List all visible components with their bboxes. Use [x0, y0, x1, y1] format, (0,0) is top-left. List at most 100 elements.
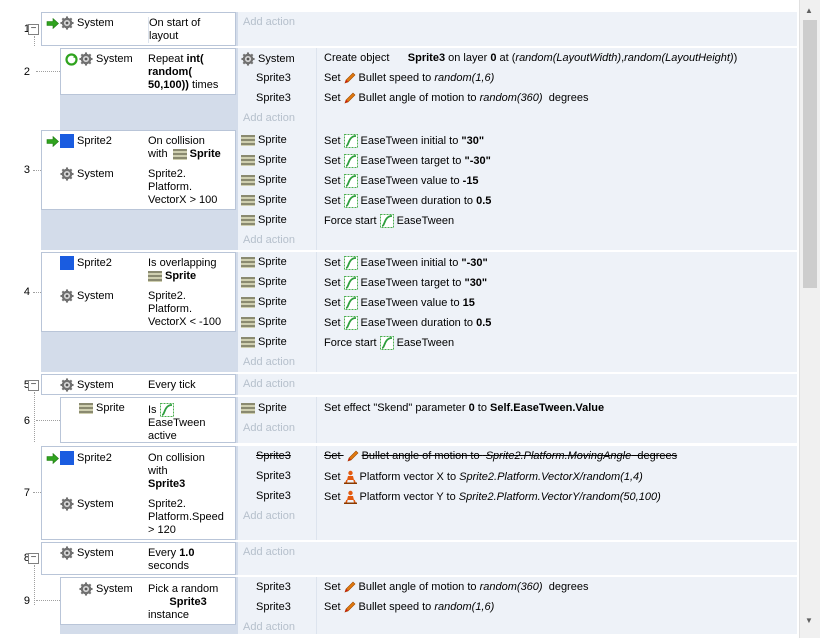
action-object: Sprite3	[256, 470, 291, 482]
gear-icon	[60, 497, 74, 511]
condition-text[interactable]: Repeat int(random(50,100)) times	[148, 53, 236, 92]
event-block-7[interactable]: Sprite2 On collision with Sprite3 System S…	[41, 446, 797, 540]
action-text: Force start EaseTween	[324, 337, 455, 349]
event-block-3[interactable]: Sprite2 On collision with Sprite System S…	[41, 130, 797, 250]
action-row[interactable]: Sprite3 Set Bullet angle of motion to ran…	[238, 577, 797, 597]
sprite-icon	[241, 402, 255, 414]
event-block-4[interactable]: Sprite2 Is overlapping Sprite System Spri…	[41, 252, 797, 372]
add-action-link[interactable]: Add action	[243, 510, 295, 522]
sprite2-icon	[60, 451, 74, 465]
condition-object: System	[77, 498, 114, 510]
event-block-9[interactable]: System Pick a random Sprite3 instance Spr…	[60, 577, 797, 634]
action-text: Set EaseTween target to "30"	[324, 277, 488, 289]
condition-text[interactable]: Pick a random Sprite3 instance	[148, 583, 236, 622]
action-row[interactable]: Sprite3 Set Bullet speed to random(1,6)	[238, 597, 797, 617]
action-row[interactable]: Sprite Force start EaseTween	[238, 210, 797, 230]
add-action-link[interactable]: Add action	[243, 546, 295, 558]
condition-text[interactable]: On start of layout	[148, 17, 234, 43]
condition-object: System	[96, 53, 133, 65]
condition-text[interactable]: Sprite2. Platform.Speed > 120	[148, 498, 236, 537]
action-object: Sprite3	[256, 450, 291, 462]
action-block[interactable]: Sprite Set effect "Skend" parameter 0 to …	[238, 397, 797, 443]
action-row[interactable]: Sprite Set EaseTween initial to "-30"	[238, 252, 797, 272]
add-action-link[interactable]: Add action	[243, 234, 295, 246]
action-row[interactable]: Sprite Set EaseTween target to "30"	[238, 272, 797, 292]
condition-block[interactable]: System Repeat int(random(50,100)) times	[60, 48, 236, 95]
action-row[interactable]: Sprite3 Set Platform vector Y to Sprite2.…	[238, 486, 797, 506]
event-sheet[interactable]: 1 − System On start of layout Add action …	[0, 0, 798, 634]
collapse-toggle[interactable]: −	[28, 24, 39, 35]
sprite2-icon	[60, 134, 74, 148]
collapse-toggle[interactable]: −	[28, 553, 39, 564]
condition-block[interactable]: Sprite2 On collision with Sprite System S…	[41, 130, 236, 210]
condition-block[interactable]: System Every 1.0 seconds	[41, 542, 236, 575]
action-row[interactable]: Sprite3 Set Bullet angle of motion to Spr…	[238, 446, 797, 466]
condition-text[interactable]: Sprite2. Platform. VectorX < -100	[148, 290, 236, 329]
sprite-icon	[241, 336, 255, 348]
condition-block[interactable]: System Every tick	[41, 374, 236, 395]
event-number: 7	[23, 487, 30, 499]
scrollbar-thumb[interactable]	[803, 20, 817, 288]
scroll-up-arrow-icon[interactable]: ▲	[805, 6, 813, 15]
add-action-link[interactable]: Add action	[243, 621, 295, 633]
action-text: Set Bullet angle of motion to Sprite2.Pl…	[324, 450, 678, 462]
condition-block[interactable]: Sprite2 Is overlapping Sprite System Spri…	[41, 252, 236, 332]
condition-block[interactable]: Sprite2 On collision with Sprite3 System S…	[41, 446, 236, 540]
vertical-scrollbar[interactable]: ▲ ▼	[799, 0, 820, 638]
action-row[interactable]: Sprite Set EaseTween initial to "30"	[238, 130, 797, 150]
condition-text[interactable]: Is overlapping Sprite	[148, 257, 236, 283]
sprite-icon	[241, 316, 255, 328]
condition-text[interactable]: Sprite2. Platform. VectorX > 100	[148, 168, 236, 207]
action-block[interactable]: Add action	[238, 542, 797, 575]
action-block[interactable]: Add action	[238, 12, 797, 46]
sprite-icon	[241, 134, 255, 146]
scroll-down-arrow-icon[interactable]: ▼	[805, 616, 813, 625]
add-action-link[interactable]: Add action	[243, 422, 295, 434]
condition-text[interactable]: On collision with Sprite3	[148, 452, 236, 491]
action-object: Sprite	[258, 154, 287, 166]
action-row[interactable]: Sprite3 Set Platform vector X to Sprite2.…	[238, 466, 797, 486]
action-block[interactable]: System Create object Sprite3 on layer 0 …	[238, 48, 797, 130]
action-block[interactable]: Sprite3 Set Bullet angle of motion to ran…	[238, 577, 797, 634]
action-block[interactable]: Sprite3 Set Bullet angle of motion to Spr…	[238, 446, 797, 540]
easetween-icon	[344, 316, 358, 330]
add-action-link[interactable]: Add action	[243, 356, 295, 368]
condition-text[interactable]: Every 1.0 seconds	[148, 547, 236, 573]
action-block[interactable]: Sprite Set EaseTween initial to "-30" Spr…	[238, 252, 797, 372]
easetween-icon	[344, 174, 358, 188]
event-block-8[interactable]: System Every 1.0 seconds Add action	[41, 542, 797, 575]
condition-text[interactable]: Is EaseTween active	[148, 403, 236, 443]
action-row[interactable]: Sprite Set EaseTween duration to 0.5	[238, 190, 797, 210]
add-action-link[interactable]: Add action	[243, 112, 295, 124]
action-block[interactable]: Add action	[238, 374, 797, 395]
condition-text[interactable]: On collision with Sprite	[148, 135, 236, 161]
action-row[interactable]: Sprite3 Set Bullet angle of motion to ra…	[238, 88, 797, 108]
event-block-1[interactable]: System On start of layout Add action	[41, 12, 797, 46]
condition-block[interactable]: Sprite Is EaseTween active	[60, 397, 236, 443]
action-row[interactable]: Sprite Set EaseTween value to 15	[238, 292, 797, 312]
sprite-icon	[241, 256, 255, 268]
action-object: Sprite3	[256, 72, 291, 84]
condition-text[interactable]: Every tick	[148, 379, 236, 392]
action-text: Set EaseTween duration to 0.5	[324, 316, 492, 330]
action-row[interactable]: Sprite Set EaseTween value to -15	[238, 170, 797, 190]
condition-block[interactable]: System Pick a random Sprite3 instance	[60, 577, 236, 625]
action-row[interactable]: System Create object Sprite3 on layer 0 …	[238, 48, 797, 68]
action-block[interactable]: Sprite Set EaseTween initial to "30" Spri…	[238, 130, 797, 250]
action-row[interactable]: Sprite Force start EaseTween	[238, 332, 797, 352]
event-block-6[interactable]: Sprite Is EaseTween active Sprite Set effe…	[60, 397, 797, 443]
add-action-link[interactable]: Add action	[243, 378, 295, 390]
action-row[interactable]: Sprite Set EaseTween duration to 0.5	[238, 312, 797, 332]
action-row[interactable]: Sprite Set EaseTween target to "-30"	[238, 150, 797, 170]
event-block-5[interactable]: System Every tick Add action	[41, 374, 797, 395]
action-object: Sprite3	[256, 581, 291, 593]
event-block-2[interactable]: System Repeat int(random(50,100)) times …	[60, 48, 797, 130]
condition-block[interactable]: System On start of layout	[41, 12, 236, 46]
condition-object: System	[77, 17, 114, 29]
easetween-icon	[380, 214, 394, 228]
collapse-toggle[interactable]: −	[28, 380, 39, 391]
action-row[interactable]: Sprite Set effect "Skend" parameter 0 to …	[238, 398, 797, 418]
add-action-link[interactable]: Add action	[243, 16, 295, 28]
action-row[interactable]: Sprite3 Set Bullet speed to random(1,6)	[238, 68, 797, 88]
action-text: Set EaseTween target to "-30"	[324, 155, 491, 167]
